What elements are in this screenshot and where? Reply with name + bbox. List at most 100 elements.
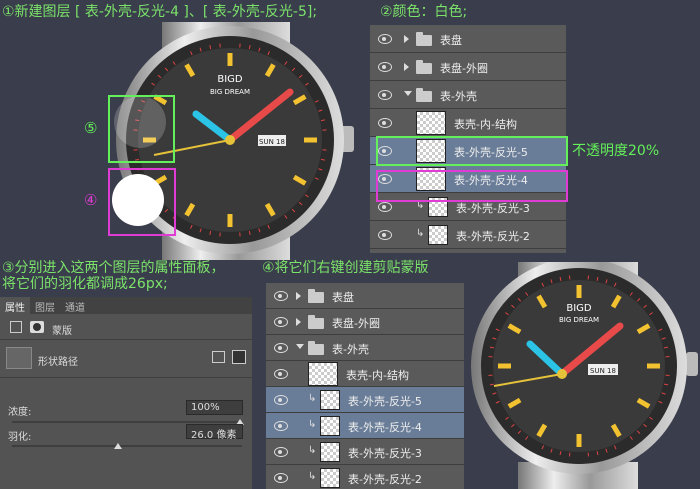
feather-input[interactable]: 26.0 像素 xyxy=(186,424,243,441)
visibility-eye-icon[interactable] xyxy=(274,343,288,353)
properties-panel: 属性 图层 通道 蒙版 形状路径 浓度: 100% 羽化: 26.0 像素 xyxy=(0,297,252,489)
visibility-eye-icon[interactable] xyxy=(378,62,392,72)
layer-row[interactable]: 表盘 xyxy=(266,283,464,309)
chevron-right-icon[interactable] xyxy=(404,35,409,43)
layer-name: 表-外壳-反光-2 xyxy=(456,230,530,243)
step-1-text: ①新建图层 [ 表-外壳-反光-4 ]、[ 表-外壳-反光-5]; xyxy=(2,4,318,20)
layer-thumbnail xyxy=(320,442,340,462)
feather-slider-track[interactable] xyxy=(12,445,242,447)
density-label: 浓度: xyxy=(8,407,32,418)
watch-brand-bottom: BIGD xyxy=(566,303,592,314)
visibility-eye-icon[interactable] xyxy=(274,421,288,431)
layer-thumbnail xyxy=(416,111,446,135)
layer-thumbnail xyxy=(320,468,340,488)
layer-name: 表盘-外圈 xyxy=(332,317,380,330)
folder-icon xyxy=(416,88,432,102)
layer-name: 表-外壳 xyxy=(332,343,369,356)
layer-row[interactable]: 表盘-外圈 xyxy=(266,309,464,335)
layer-thumbnail xyxy=(308,362,338,386)
layers-panel-bottom[interactable]: 表盘 表盘-外圈 表-外壳 表壳-内-结构 ↳ 表-外壳-反光-5 ↳ 表-外壳-反光-4 ↳ 表… xyxy=(266,283,464,489)
select-path-icon[interactable] xyxy=(232,350,246,364)
layer-row[interactable]: 表壳-内-结构 xyxy=(370,109,566,137)
density-input[interactable]: 100% xyxy=(186,400,243,415)
layer-row[interactable]: 表-外壳 xyxy=(370,81,566,109)
visibility-eye-icon[interactable] xyxy=(274,473,288,483)
pixel-mask-icon[interactable] xyxy=(10,321,22,333)
layer-name: 表-外壳-反光-4 xyxy=(348,421,422,434)
watch-brand: BIGD xyxy=(217,74,243,85)
chevron-right-icon[interactable] xyxy=(404,63,409,71)
add-mask-icon[interactable] xyxy=(212,351,225,363)
properties-tabs: 属性 图层 通道 xyxy=(0,297,252,314)
layer-name: 表-外壳-反光-2 xyxy=(348,473,422,486)
layer-name: 表壳-内-结构 xyxy=(346,369,409,382)
layer-name: 表盘 xyxy=(332,291,354,304)
visibility-eye-icon[interactable] xyxy=(378,230,392,240)
visibility-eye-icon[interactable] xyxy=(378,90,392,100)
marker-4: ④ xyxy=(84,191,98,209)
visibility-eye-icon[interactable] xyxy=(274,317,288,327)
chevron-down-icon[interactable] xyxy=(296,344,304,349)
opacity-note: 不透明度20% xyxy=(572,143,660,159)
layer-row[interactable]: 表-外壳 xyxy=(266,335,464,361)
highlight-reflection-5 xyxy=(108,95,175,163)
visibility-eye-icon[interactable] xyxy=(274,395,288,405)
step-2-text: ②颜色：白色; xyxy=(380,4,468,20)
highlight-reflection-4 xyxy=(108,168,176,236)
layer-row[interactable]: 表盘 xyxy=(370,25,566,53)
clipping-mask-icon: ↳ xyxy=(308,445,317,456)
chevron-down-icon[interactable] xyxy=(404,91,412,96)
highlight-layer-5 xyxy=(376,136,568,166)
layer-thumbnail xyxy=(428,225,448,245)
layer-name: 表盘-外圈 xyxy=(440,62,488,75)
layer-row[interactable]: ↳ 表-外壳-反光-2 xyxy=(370,221,566,249)
layer-row[interactable]: ↳ 表-外壳-反光-3 xyxy=(266,439,464,465)
watch-date-bottom: SUN 18 xyxy=(590,367,616,375)
visibility-eye-icon[interactable] xyxy=(378,202,392,212)
marker-5: ⑤ xyxy=(84,119,98,137)
layer-thumbnail xyxy=(320,416,340,436)
watch-brand-sub-bottom: BIG DREAM xyxy=(559,316,599,324)
feather-slider-handle[interactable] xyxy=(114,443,122,449)
visibility-eye-icon[interactable] xyxy=(378,118,392,128)
layer-name: 表-外壳 xyxy=(440,90,477,103)
visibility-eye-icon[interactable] xyxy=(378,34,392,44)
shape-thumbnail xyxy=(6,347,32,369)
chevron-right-icon[interactable] xyxy=(296,292,301,300)
mask-label: 蒙版 xyxy=(52,326,72,337)
folder-icon xyxy=(308,341,324,355)
layer-row[interactable]: ↳ 表-外壳-反光-4 xyxy=(266,413,464,439)
watch-date: SUN 18 xyxy=(259,138,285,146)
folder-icon xyxy=(308,289,324,303)
layer-row[interactable]: 表盘-外圈 xyxy=(370,53,566,81)
tab-channels[interactable]: 通道 xyxy=(60,297,90,314)
tab-layers[interactable]: 图层 xyxy=(30,297,60,314)
layer-name: 表盘 xyxy=(440,34,462,47)
layer-name: 表-外壳-反光-3 xyxy=(348,447,422,460)
layer-thumbnail xyxy=(320,390,340,410)
clipping-mask-icon: ↳ xyxy=(308,419,317,430)
watch-brand-sub: BIG DREAM xyxy=(210,88,250,96)
watch-illustration-bottom: BIGD BIG DREAM SUN 18 xyxy=(471,262,698,489)
visibility-eye-icon[interactable] xyxy=(274,291,288,301)
layer-name: 表-外壳-反光-5 xyxy=(348,395,422,408)
feather-label: 羽化: xyxy=(8,432,32,443)
step-4-text: ④将它们右键创建剪贴蒙版 xyxy=(262,260,429,276)
visibility-eye-icon[interactable] xyxy=(274,369,288,379)
density-slider-track[interactable] xyxy=(12,421,242,423)
layer-row[interactable]: ↳ 表-外壳-反光-2 xyxy=(266,465,464,489)
visibility-eye-icon[interactable] xyxy=(274,447,288,457)
layer-row[interactable]: ↳ 表-外壳-反光-5 xyxy=(266,387,464,413)
vector-mask-icon[interactable] xyxy=(30,321,44,333)
step-3-text-line2: 将它们的羽化都调成26px; xyxy=(2,276,168,292)
tab-properties[interactable]: 属性 xyxy=(0,297,30,314)
folder-icon xyxy=(308,315,324,329)
folder-icon xyxy=(416,60,432,74)
highlight-layer-4 xyxy=(376,170,568,202)
clipping-mask-icon: ↳ xyxy=(308,393,317,404)
chevron-right-icon[interactable] xyxy=(296,318,301,326)
clipping-mask-icon: ↳ xyxy=(416,228,425,239)
folder-icon xyxy=(416,32,432,46)
layer-row[interactable]: 表壳-内-结构 xyxy=(266,361,464,387)
shape-path-label: 形状路径 xyxy=(38,357,78,368)
